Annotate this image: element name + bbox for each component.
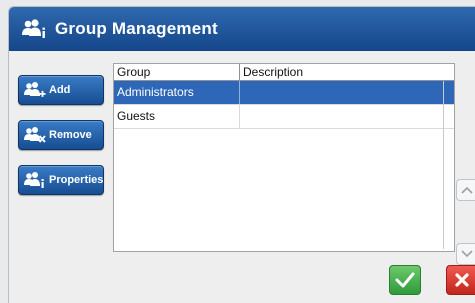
chevron-up-icon — [460, 186, 473, 194]
group-remove-icon — [24, 127, 46, 143]
column-header-description[interactable]: Description — [240, 64, 454, 80]
group-table[interactable]: Group Description Administrators Guests — [113, 63, 455, 252]
title-bar: Group Management — [9, 7, 475, 51]
group-add-icon — [24, 82, 46, 97]
add-button-label: Add — [49, 84, 71, 96]
table-header: Group Description — [114, 64, 454, 81]
close-icon — [454, 273, 469, 287]
column-header-group[interactable]: Group — [114, 64, 240, 80]
remove-button-label: Remove — [49, 129, 92, 141]
ok-button[interactable] — [389, 265, 421, 295]
table-row[interactable]: Administrators — [114, 81, 454, 105]
properties-button[interactable]: Properties — [18, 165, 104, 195]
group-management-dialog: Group Management Add Remove Properties G… — [8, 6, 475, 303]
description-cell — [240, 105, 454, 128]
remove-button[interactable]: Remove — [18, 120, 104, 150]
cancel-button[interactable] — [446, 265, 475, 295]
chevron-down-icon — [460, 250, 473, 258]
add-button[interactable]: Add — [18, 75, 104, 105]
group-cell: Administrators — [114, 81, 240, 104]
group-info-icon — [24, 172, 44, 188]
table-divider — [443, 81, 444, 249]
group-cell: Guests — [114, 105, 240, 128]
table-row[interactable]: Guests — [114, 105, 454, 129]
properties-button-label: Properties — [49, 174, 104, 186]
checkmark-icon — [395, 272, 415, 288]
group-info-icon — [22, 19, 45, 38]
description-cell — [240, 81, 454, 104]
scroll-up-button[interactable] — [456, 179, 475, 201]
dialog-title: Group Management — [55, 19, 218, 38]
scroll-down-button[interactable] — [456, 243, 475, 265]
